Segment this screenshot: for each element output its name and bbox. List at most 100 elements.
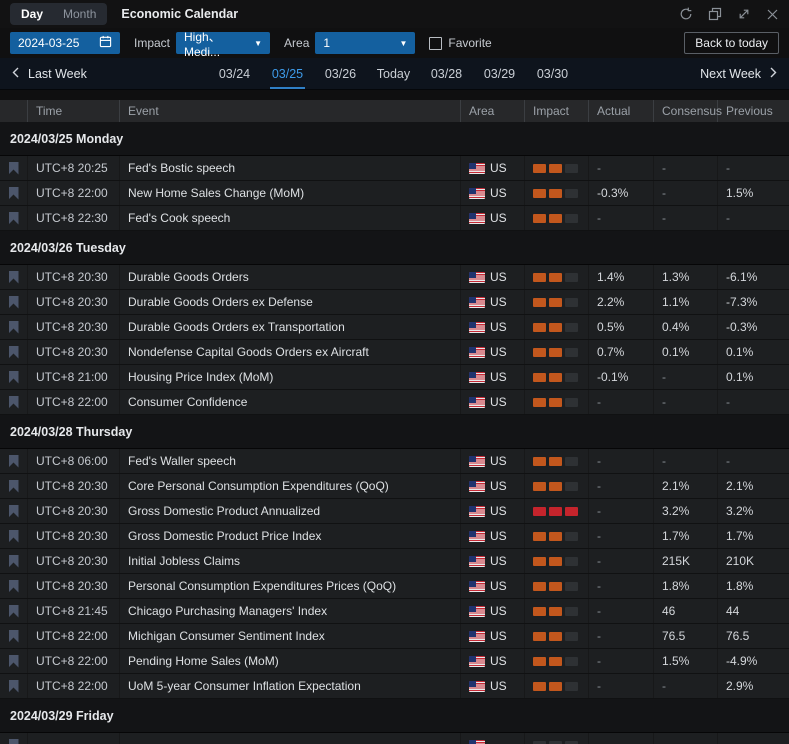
event-row[interactable]: UTC+8 22:00 UoM 5-year Consumer Inflatio…	[0, 674, 789, 699]
close-icon[interactable]	[766, 8, 779, 21]
bookmark-icon[interactable]	[9, 321, 19, 334]
bookmark-cell[interactable]	[0, 290, 28, 314]
weeknav-day[interactable]: 03/30	[526, 58, 579, 89]
next-week-button[interactable]: Next Week	[700, 58, 777, 89]
event-row[interactable]: UTC+8 20:30 Gross Domestic Product Annua…	[0, 499, 789, 524]
weeknav-day[interactable]: 03/28	[420, 58, 473, 89]
bookmark-cell[interactable]	[0, 624, 28, 648]
event-row[interactable]: UTC+8 20:25 Fed's Bostic speech US - - -	[0, 156, 789, 181]
event-area: US	[461, 499, 525, 523]
event-name: Gross Domestic Product Price Index	[120, 524, 461, 548]
event-row[interactable]: UTC+8 20:30 Gross Domestic Product Price…	[0, 524, 789, 549]
bookmark-icon[interactable]	[9, 162, 19, 175]
back-to-today-button[interactable]: Back to today	[684, 32, 779, 54]
impact-dropdown[interactable]: High、Medi... ▼	[176, 32, 270, 54]
bookmark-cell[interactable]	[0, 549, 28, 573]
event-consensus: -	[654, 674, 718, 698]
page-title: Economic Calendar	[121, 7, 238, 21]
event-impact	[525, 549, 589, 573]
event-row[interactable]: UTC+8 20:30 Personal Consumption Expendi…	[0, 574, 789, 599]
title-bar: Day Month Economic Calendar	[0, 0, 789, 28]
us-flag-icon	[469, 297, 485, 308]
area-dropdown[interactable]: 1 ▼	[315, 32, 415, 54]
bookmark-cell[interactable]	[0, 265, 28, 289]
event-row[interactable]: UTC+8 22:30 Fed's Cook speech US - - -	[0, 206, 789, 231]
bookmark-cell[interactable]	[0, 156, 28, 180]
impact-bars	[533, 657, 578, 666]
bookmark-cell[interactable]	[0, 499, 28, 523]
bookmark-icon[interactable]	[9, 555, 19, 568]
favorite-checkbox[interactable]	[429, 37, 442, 50]
favorite-filter[interactable]: Favorite	[429, 36, 491, 50]
bookmark-icon[interactable]	[9, 655, 19, 668]
weeknav-day[interactable]: 03/24	[208, 58, 261, 89]
expand-icon[interactable]	[737, 7, 751, 21]
event-row[interactable]: UTC+8 20:30 Durable Goods Orders ex Tran…	[0, 315, 789, 340]
bookmark-icon[interactable]	[9, 271, 19, 284]
event-impact	[525, 733, 589, 744]
event-row[interactable]: UTC+8 22:00 Michigan Consumer Sentiment …	[0, 624, 789, 649]
bookmark-cell[interactable]	[0, 574, 28, 598]
bookmark-icon[interactable]	[9, 371, 19, 384]
weeknav-day[interactable]: 03/29	[473, 58, 526, 89]
event-row[interactable]: UTC+8 20:30 Core Personal Consumption Ex…	[0, 474, 789, 499]
bookmark-icon[interactable]	[9, 605, 19, 618]
event-row[interactable]: UTC+8 20:30 Initial Jobless Claims US - …	[0, 549, 789, 574]
event-previous: 210K	[718, 549, 789, 573]
last-week-button[interactable]: Last Week	[12, 58, 87, 89]
date-picker[interactable]: 2024-03-25	[10, 32, 120, 54]
bookmark-cell[interactable]	[0, 674, 28, 698]
weeknav-days: 03/2403/2503/26Today03/2803/2903/30	[87, 58, 700, 89]
bookmark-cell[interactable]	[0, 474, 28, 498]
bookmark-icon[interactable]	[9, 739, 19, 744]
bookmark-icon[interactable]	[9, 187, 19, 200]
tab-day[interactable]: Day	[12, 5, 52, 23]
bookmark-icon[interactable]	[9, 296, 19, 309]
event-previous: -	[718, 390, 789, 414]
bookmark-icon[interactable]	[9, 396, 19, 409]
bookmark-cell[interactable]	[0, 649, 28, 673]
bookmark-icon[interactable]	[9, 580, 19, 593]
impact-bars	[533, 682, 578, 691]
partial-row[interactable]	[0, 733, 789, 744]
bookmark-icon[interactable]	[9, 630, 19, 643]
event-row[interactable]: UTC+8 20:30 Durable Goods Orders US 1.4%…	[0, 265, 789, 290]
refresh-icon[interactable]	[679, 7, 693, 21]
bookmark-icon[interactable]	[9, 480, 19, 493]
bookmark-icon[interactable]	[9, 530, 19, 543]
bookmark-cell[interactable]	[0, 340, 28, 364]
bookmark-icon[interactable]	[9, 212, 19, 225]
event-row[interactable]: UTC+8 22:00 New Home Sales Change (MoM) …	[0, 181, 789, 206]
event-row[interactable]: UTC+8 20:30 Durable Goods Orders ex Defe…	[0, 290, 789, 315]
popout-icon[interactable]	[708, 7, 722, 21]
event-row[interactable]: UTC+8 20:30 Nondefense Capital Goods Ord…	[0, 340, 789, 365]
event-row[interactable]: UTC+8 21:00 Housing Price Index (MoM) US…	[0, 365, 789, 390]
bookmark-cell[interactable]	[0, 524, 28, 548]
bookmark-cell[interactable]	[0, 390, 28, 414]
event-actual: -	[589, 206, 654, 230]
bookmark-cell[interactable]	[0, 733, 28, 744]
weeknav-day[interactable]: 03/26	[314, 58, 367, 89]
impact-bars	[533, 214, 578, 223]
bookmark-cell[interactable]	[0, 181, 28, 205]
area-code: US	[490, 161, 507, 175]
event-row[interactable]: UTC+8 22:00 Pending Home Sales (MoM) US …	[0, 649, 789, 674]
weeknav-day[interactable]: Today	[367, 58, 420, 89]
impact-bars	[533, 532, 578, 541]
event-row[interactable]: UTC+8 21:45 Chicago Purchasing Managers'…	[0, 599, 789, 624]
bookmark-cell[interactable]	[0, 206, 28, 230]
event-row[interactable]: UTC+8 06:00 Fed's Waller speech US - - -	[0, 449, 789, 474]
bookmark-cell[interactable]	[0, 449, 28, 473]
area-code: US	[490, 320, 507, 334]
bookmark-icon[interactable]	[9, 455, 19, 468]
tab-month[interactable]: Month	[54, 5, 105, 23]
bookmark-cell[interactable]	[0, 315, 28, 339]
bookmark-icon[interactable]	[9, 346, 19, 359]
bookmark-cell[interactable]	[0, 599, 28, 623]
event-row[interactable]: UTC+8 22:00 Consumer Confidence US - - -	[0, 390, 789, 415]
bookmark-cell[interactable]	[0, 365, 28, 389]
bookmark-icon[interactable]	[9, 505, 19, 518]
event-name: Fed's Waller speech	[120, 449, 461, 473]
bookmark-icon[interactable]	[9, 680, 19, 693]
weeknav-day[interactable]: 03/25	[261, 58, 314, 89]
